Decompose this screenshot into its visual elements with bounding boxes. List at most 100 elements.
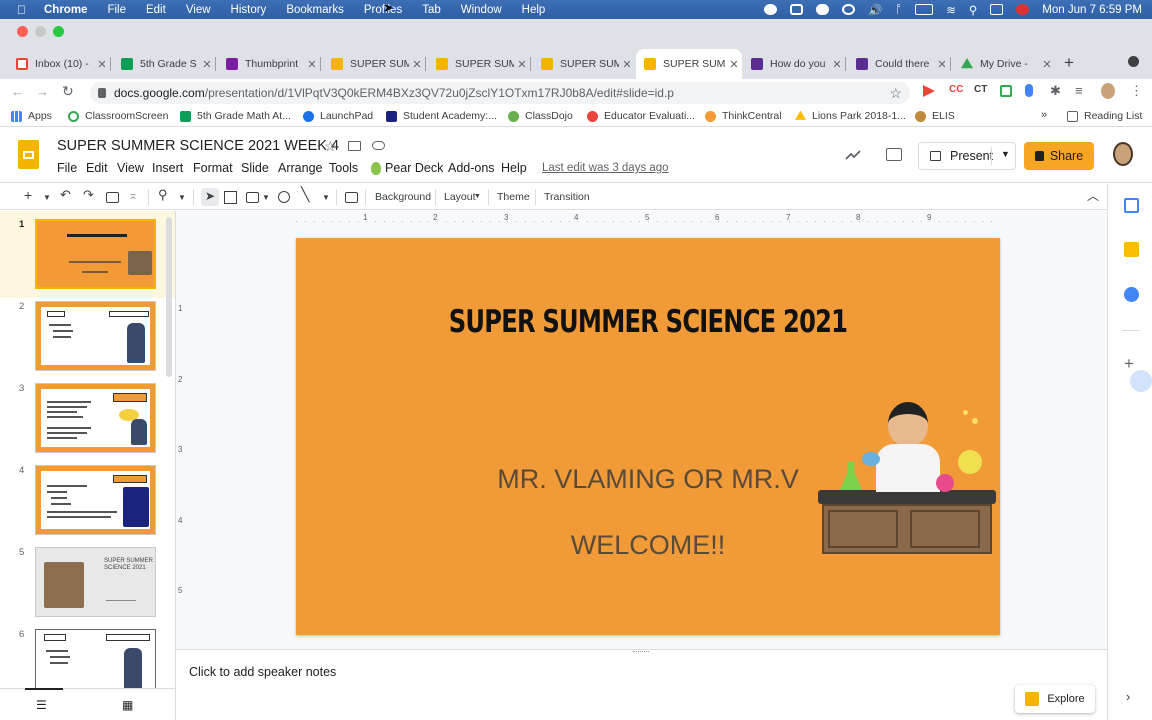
close-tab-icon[interactable]: ✕ — [1039, 58, 1055, 71]
last-edit-link[interactable]: Last edit was 3 days ago — [542, 162, 669, 174]
filmstrip-scrollbar[interactable] — [166, 217, 172, 377]
shape-icon[interactable] — [278, 191, 290, 203]
wifi-icon[interactable]: ≋ — [946, 3, 956, 17]
print-icon[interactable] — [106, 192, 119, 203]
tab-how-do-you[interactable]: How do you ✕ — [743, 49, 845, 79]
slide-thumbnail-4[interactable] — [35, 465, 156, 535]
hide-side-panel-icon[interactable]: › — [1126, 689, 1130, 704]
stop-icon[interactable] — [763, 4, 777, 15]
background-button[interactable]: Background — [375, 191, 431, 203]
menu-insert[interactable]: Insert — [152, 161, 183, 175]
menubar-edit[interactable]: Edit — [146, 4, 166, 16]
bookmark-launchpad[interactable]: LaunchPad — [303, 110, 373, 122]
slide-thumbnail-1[interactable] — [35, 219, 156, 289]
bookmark-classroomscreen[interactable]: ClassroomScreen — [68, 110, 168, 122]
cloud-saved-icon[interactable] — [372, 141, 385, 150]
star-icon[interactable]: ☆ — [324, 138, 337, 155]
theme-button[interactable]: Theme — [497, 191, 530, 203]
menubar-help[interactable]: Help — [522, 4, 546, 16]
image-dropdown-icon[interactable]: ▼ — [262, 193, 270, 202]
transition-button[interactable]: Transition — [544, 191, 590, 203]
tasks-icon[interactable] — [1124, 287, 1139, 302]
tab-super-sum-active[interactable]: SUPER SUM ✕ — [636, 49, 742, 79]
keep-icon[interactable] — [1124, 242, 1139, 257]
tab-my-drive[interactable]: My Drive - ✕ — [953, 49, 1055, 79]
bookmark-classdojo[interactable]: ClassDojo — [508, 110, 573, 122]
present-dropdown-icon[interactable]: ▼ — [1001, 149, 1010, 159]
share-button[interactable]: Share — [1024, 142, 1094, 170]
user-icon[interactable] — [1016, 4, 1030, 15]
undo-icon[interactable]: ↶ — [60, 187, 71, 203]
battery-icon[interactable] — [915, 4, 934, 15]
spotlight-search-icon[interactable]: ⚲ — [969, 3, 977, 17]
tab-thumbprint[interactable]: Thumbprint ✕ — [218, 49, 320, 79]
new-tab-button[interactable]: + — [1064, 53, 1074, 73]
bookmark-5th-grade-math[interactable]: 5th Grade Math At... — [180, 110, 291, 122]
close-window-button[interactable] — [17, 26, 28, 37]
menubar-bookmarks[interactable]: Bookmarks — [286, 4, 344, 16]
scientist-lab-image[interactable] — [818, 398, 996, 558]
menu-format[interactable]: Format — [193, 161, 233, 175]
reading-list-button[interactable]: Reading List — [1067, 110, 1142, 122]
menubar-window[interactable]: Window — [461, 4, 502, 16]
microphone-extension-icon[interactable] — [1025, 84, 1033, 97]
bookmark-star-icon[interactable]: ☆ — [889, 82, 902, 104]
close-tab-icon[interactable]: ✕ — [409, 58, 425, 71]
document-title[interactable]: SUPER SUMMER SCIENCE 2021 WEEK 4 — [57, 138, 339, 154]
bookmark-educator-evaluation[interactable]: Educator Evaluati... — [587, 110, 695, 122]
new-slide-icon[interactable]: + — [24, 187, 32, 203]
tab-search-icon[interactable] — [1128, 56, 1139, 67]
screen-icon[interactable] — [789, 4, 803, 15]
menu-arrange[interactable]: Arrange — [278, 161, 322, 175]
notes-resize-handle[interactable] — [633, 651, 649, 653]
layout-button[interactable]: Layout — [444, 191, 476, 203]
close-tab-icon[interactable]: ✕ — [934, 58, 950, 71]
reading-mode-icon[interactable]: ≡ — [1075, 83, 1083, 98]
tab-could-there[interactable]: Could there ✕ — [848, 49, 950, 79]
close-tab-icon[interactable]: ✕ — [94, 58, 110, 71]
explore-button[interactable]: Explore — [1015, 685, 1095, 713]
line-dropdown-icon[interactable]: ▼ — [322, 193, 330, 202]
play-icon[interactable] — [841, 4, 855, 15]
bookmark-thinkcentral[interactable]: ThinkCentral — [705, 110, 782, 122]
bookmark-student-academy[interactable]: Student Academy:... — [386, 110, 497, 122]
tab-super-sum-1[interactable]: SUPER SUM ✕ — [323, 49, 425, 79]
menubar-history[interactable]: History — [231, 4, 267, 16]
green-extension-icon[interactable] — [1000, 85, 1012, 97]
bookmark-elis[interactable]: ELIS — [915, 110, 955, 122]
layout-dropdown-icon[interactable]: ▼ — [474, 193, 481, 200]
menu-add-ons[interactable]: Add-ons — [448, 161, 495, 175]
chrome-menu-icon[interactable]: ⋮ — [1130, 83, 1143, 99]
move-folder-icon[interactable] — [348, 141, 361, 151]
ct-extension-icon[interactable]: CT — [974, 84, 987, 95]
menubar-view[interactable]: View — [186, 4, 211, 16]
slide-thumbnail-5[interactable]: SUPER SUMMER SCIENCE 2021 — [35, 547, 156, 617]
menubar-file[interactable]: File — [107, 4, 126, 16]
slide-filmstrip[interactable]: 1 2 3 4 5 SUPER SUMMER SCIENCE 2021 6 ☰ … — [0, 211, 176, 720]
speaker-notes-panel[interactable]: Click to add speaker notes — [176, 649, 1107, 720]
menu-slide[interactable]: Slide — [241, 161, 269, 175]
tab-super-sum-2[interactable]: SUPER SUM ✕ — [428, 49, 530, 79]
redo-icon[interactable]: ↷ — [83, 187, 94, 203]
control-center-icon[interactable] — [990, 4, 1004, 15]
zoom-window-button[interactable] — [53, 26, 64, 37]
bluetooth-icon[interactable]: ᚩ — [895, 4, 902, 16]
tab-super-sum-3[interactable]: SUPER SUM ✕ — [533, 49, 635, 79]
zoom-icon[interactable]: ⚲ — [158, 187, 168, 203]
speaker-notes-placeholder[interactable]: Click to add speaker notes — [189, 665, 336, 679]
slide-thumbnail-3[interactable] — [35, 383, 156, 453]
select-tool-button[interactable]: ➤ — [201, 188, 219, 206]
lock-icon[interactable] — [98, 88, 106, 98]
comments-icon[interactable] — [886, 148, 902, 161]
extensions-puzzle-icon[interactable]: ✱ — [1050, 83, 1061, 99]
present-button[interactable]: Present ▼ — [918, 142, 1016, 170]
menu-edit[interactable]: Edit — [86, 161, 108, 175]
bookmark-apps[interactable]: Apps — [11, 110, 52, 122]
activity-trend-icon[interactable] — [845, 149, 861, 161]
line-icon[interactable]: ╲ — [301, 186, 309, 203]
tab-5th-grade[interactable]: 5th Grade S ✕ — [113, 49, 215, 79]
menu-file[interactable]: File — [57, 161, 77, 175]
close-tab-icon[interactable]: ✕ — [199, 58, 215, 71]
image-icon[interactable] — [246, 192, 259, 203]
close-tab-icon[interactable]: ✕ — [304, 58, 320, 71]
